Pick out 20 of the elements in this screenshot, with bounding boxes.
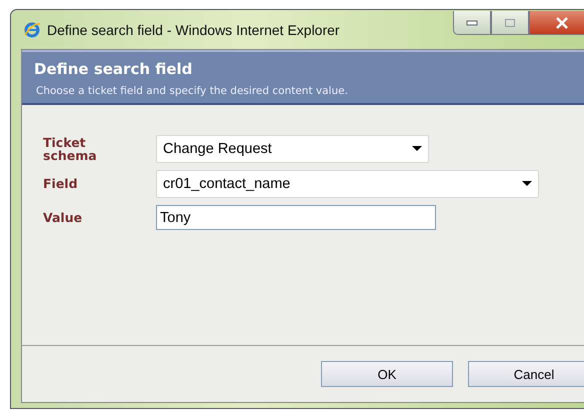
- dialog-button[interactable]: Cancel: [468, 361, 584, 387]
- browser-logo-icon: [23, 20, 41, 38]
- dialog-title: Define search field: [34, 60, 194, 78]
- dialog-subtitle: Choose a ticket field and specify the desired content value.: [35, 85, 349, 97]
- maximize-button[interactable]: [491, 11, 529, 35]
- dropdown-arrow-icon: [522, 181, 532, 187]
- minimize-icon: [466, 20, 478, 26]
- dropdown-field[interactable]: Change Request: [156, 135, 429, 163]
- close-button[interactable]: [529, 11, 584, 35]
- minimize-button[interactable]: [453, 11, 491, 35]
- field-label: Field: [43, 177, 79, 191]
- maximize-icon: [504, 18, 516, 28]
- dropdown-field[interactable]: cr01_contact_name: [156, 170, 539, 198]
- close-icon: [555, 16, 569, 28]
- field-label: Ticket schema: [43, 136, 98, 162]
- field-label: Value: [43, 210, 84, 224]
- dropdown-arrow-icon: [412, 146, 422, 152]
- window-title: Define search field - Windows Internet Explorer: [47, 22, 340, 38]
- input-field[interactable]: Tony: [156, 205, 436, 230]
- dialog-button[interactable]: OK: [321, 361, 453, 387]
